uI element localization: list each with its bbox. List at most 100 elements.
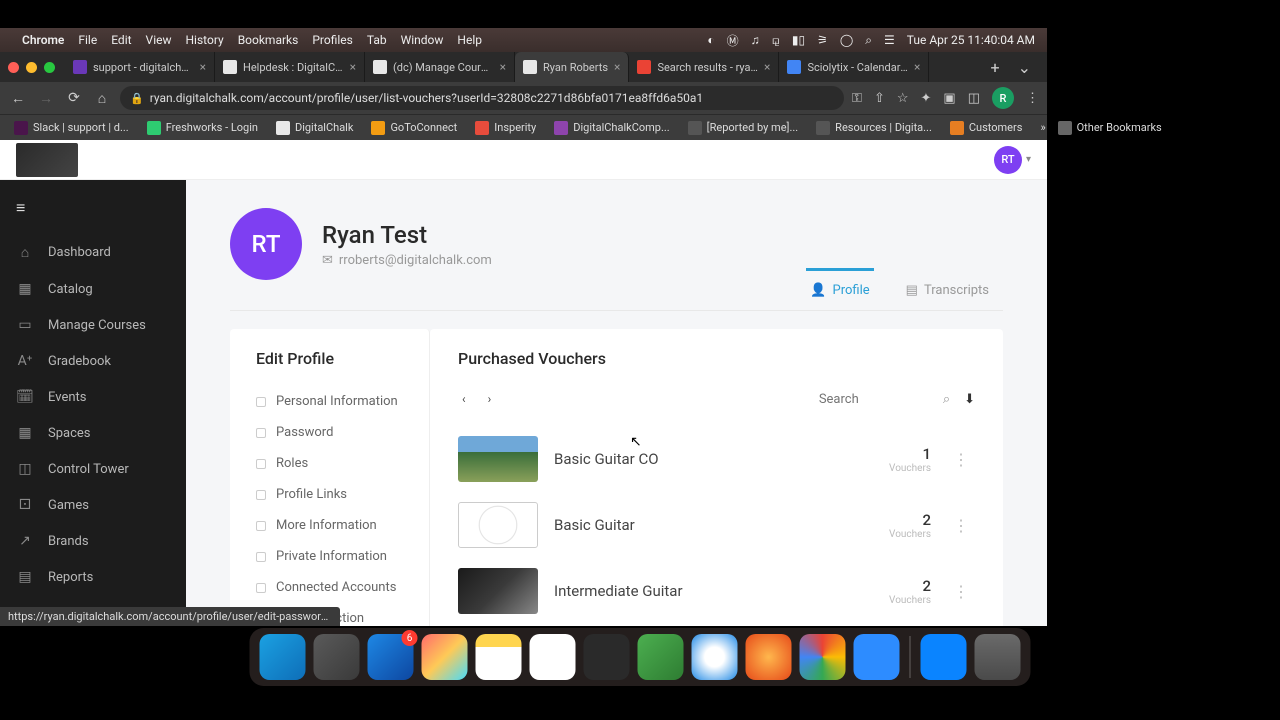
- tab-close-icon[interactable]: ×: [200, 60, 206, 74]
- menu-view[interactable]: View: [146, 33, 172, 47]
- bookmark-item[interactable]: [Reported by me]...: [682, 119, 805, 137]
- dock-finder[interactable]: [260, 634, 306, 680]
- edit-item-private-information[interactable]: Private Information: [256, 541, 429, 572]
- omnibox[interactable]: 🔒 ryan.digitalchalk.com/account/profile/…: [120, 86, 844, 110]
- search-icon[interactable]: ⌕: [943, 392, 950, 407]
- menu-profiles[interactable]: Profiles: [312, 33, 353, 47]
- dock-settings[interactable]: [314, 634, 360, 680]
- tab-profile[interactable]: 👤 Profile: [806, 268, 873, 310]
- edit-item-personal-information[interactable]: Personal Information: [256, 386, 429, 417]
- tab-transcripts[interactable]: ▤ Transcripts: [902, 268, 993, 310]
- browser-tab[interactable]: Sciolytix - Calendar - Ap×: [779, 52, 929, 82]
- bluetooth-icon[interactable]: ⚼: [772, 33, 780, 48]
- maximize-window-button[interactable]: [44, 62, 55, 73]
- menu-tab[interactable]: Tab: [367, 33, 387, 47]
- edit-item-roles[interactable]: Roles: [256, 448, 429, 479]
- voucher-row[interactable]: Basic Guitar CO1Vouchers⋮: [458, 426, 975, 492]
- key-icon[interactable]: ⚿: [852, 91, 862, 106]
- sidebar-item-gradebook[interactable]: A⁺Gradebook: [0, 343, 186, 379]
- bookmarks-overflow[interactable]: »: [1040, 121, 1045, 134]
- tab-dropdown-button[interactable]: ⌄: [1010, 58, 1039, 77]
- menu-edit[interactable]: Edit: [111, 33, 131, 47]
- voucher-search-input[interactable]: [819, 392, 929, 407]
- menu-file[interactable]: File: [78, 33, 97, 47]
- voucher-more-icon[interactable]: ⋮: [947, 516, 975, 535]
- reload-button[interactable]: ⟳: [64, 90, 84, 106]
- sidebar-item-manage-courses[interactable]: ▭Manage Courses: [0, 307, 186, 343]
- dock-launchpad[interactable]: [422, 634, 468, 680]
- dock-downloads[interactable]: [921, 634, 967, 680]
- menubar-app[interactable]: Chrome: [22, 33, 64, 47]
- tab-close-icon[interactable]: ×: [764, 60, 770, 74]
- voucher-row[interactable]: Intermediate Guitar2Vouchers⋮: [458, 558, 975, 624]
- bookmark-item[interactable]: Slack | support | d...: [8, 119, 135, 137]
- other-bookmarks[interactable]: Other Bookmarks: [1052, 119, 1168, 137]
- voucher-more-icon[interactable]: ⋮: [947, 450, 975, 469]
- dock-firefox[interactable]: [746, 634, 792, 680]
- sidebar-item-events[interactable]: 🗓Events: [0, 379, 186, 415]
- browser-tab[interactable]: Search results - ryan.rol×: [629, 52, 779, 82]
- menu-help[interactable]: Help: [457, 33, 482, 47]
- dock-calculator[interactable]: [584, 634, 630, 680]
- sidebar-item-games[interactable]: ⚀Games: [0, 487, 186, 523]
- back-button[interactable]: ←: [8, 90, 28, 107]
- dock-chrome[interactable]: [800, 634, 846, 680]
- sidebar-item-reports[interactable]: ▤Reports: [0, 559, 186, 595]
- edit-item-connected-accounts[interactable]: Connected Accounts: [256, 572, 429, 603]
- dock-trash[interactable]: [975, 634, 1021, 680]
- bookmark-item[interactable]: Freshworks - Login: [141, 119, 264, 137]
- status-icon-1[interactable]: ◐: [707, 33, 714, 47]
- search-icon[interactable]: ⌕: [865, 33, 872, 48]
- dock-notes[interactable]: [476, 634, 522, 680]
- user-avatar-button[interactable]: RT: [994, 146, 1022, 174]
- bookmark-item[interactable]: GoToConnect: [365, 119, 463, 137]
- extensions-icon[interactable]: ✦: [921, 91, 932, 106]
- dock-zoom[interactable]: [854, 634, 900, 680]
- browser-tab[interactable]: support - digitalchalk - S×: [65, 52, 215, 82]
- voucher-row[interactable]: Basic Guitar2Vouchers⋮: [458, 492, 975, 558]
- dock-safari[interactable]: [692, 634, 738, 680]
- share-icon[interactable]: ⇧: [874, 91, 885, 106]
- home-button[interactable]: ⌂: [92, 90, 112, 107]
- sidebar-item-catalog[interactable]: ▦Catalog: [0, 271, 186, 307]
- browser-tab[interactable]: Ryan Roberts×: [515, 52, 629, 82]
- sidebar-item-spaces[interactable]: ▦Spaces: [0, 415, 186, 451]
- extension-icon-2[interactable]: ▣: [943, 91, 955, 106]
- tab-close-icon[interactable]: ×: [614, 60, 620, 74]
- bookmark-item[interactable]: DigitalChalk: [270, 119, 359, 137]
- chrome-menu-button[interactable]: ⋮: [1026, 91, 1039, 106]
- sidepanel-icon[interactable]: ◫: [968, 91, 980, 106]
- voucher-prev-button[interactable]: ‹: [458, 390, 470, 408]
- download-icon[interactable]: ⬇: [964, 392, 975, 407]
- new-tab-button[interactable]: +: [981, 58, 1010, 77]
- menu-bookmarks[interactable]: Bookmarks: [238, 33, 299, 47]
- bookmark-item[interactable]: Customers: [944, 119, 1029, 137]
- headphones-icon[interactable]: ♫: [751, 33, 760, 47]
- edit-item-password[interactable]: Password: [256, 417, 429, 448]
- close-window-button[interactable]: [8, 62, 19, 73]
- bookmark-item[interactable]: Resources | Digita...: [810, 119, 938, 137]
- bookmark-item[interactable]: DigitalChalkComp...: [548, 119, 675, 137]
- control-center-icon[interactable]: ☰: [884, 33, 895, 47]
- sidebar-item-control-tower[interactable]: ◫Control Tower: [0, 451, 186, 487]
- dock-appstore[interactable]: 6: [368, 634, 414, 680]
- dock-freeform[interactable]: [530, 634, 576, 680]
- wifi-icon[interactable]: ⚞: [817, 33, 828, 47]
- dock-numbers[interactable]: [638, 634, 684, 680]
- edit-item-profile-links[interactable]: Profile Links: [256, 479, 429, 510]
- battery-icon[interactable]: ▮▯: [792, 33, 805, 47]
- menu-history[interactable]: History: [186, 33, 224, 47]
- browser-tab[interactable]: Helpdesk : DigitalChalk×: [215, 52, 365, 82]
- bookmark-star-icon[interactable]: ☆: [897, 91, 909, 106]
- edit-item-more-information[interactable]: More Information: [256, 510, 429, 541]
- sidebar-item-dashboard[interactable]: ⌂Dashboard: [0, 234, 186, 271]
- forward-button[interactable]: →: [36, 90, 56, 107]
- tab-close-icon[interactable]: ×: [914, 60, 920, 74]
- tab-close-icon[interactable]: ×: [350, 60, 356, 74]
- chrome-profile-button[interactable]: R: [992, 87, 1014, 109]
- app-logo[interactable]: [16, 143, 78, 177]
- menu-window[interactable]: Window: [401, 33, 444, 47]
- menubar-datetime[interactable]: Tue Apr 25 11:40:04 AM: [907, 33, 1035, 47]
- bookmark-item[interactable]: Insperity: [469, 119, 542, 137]
- minimize-window-button[interactable]: [26, 62, 37, 73]
